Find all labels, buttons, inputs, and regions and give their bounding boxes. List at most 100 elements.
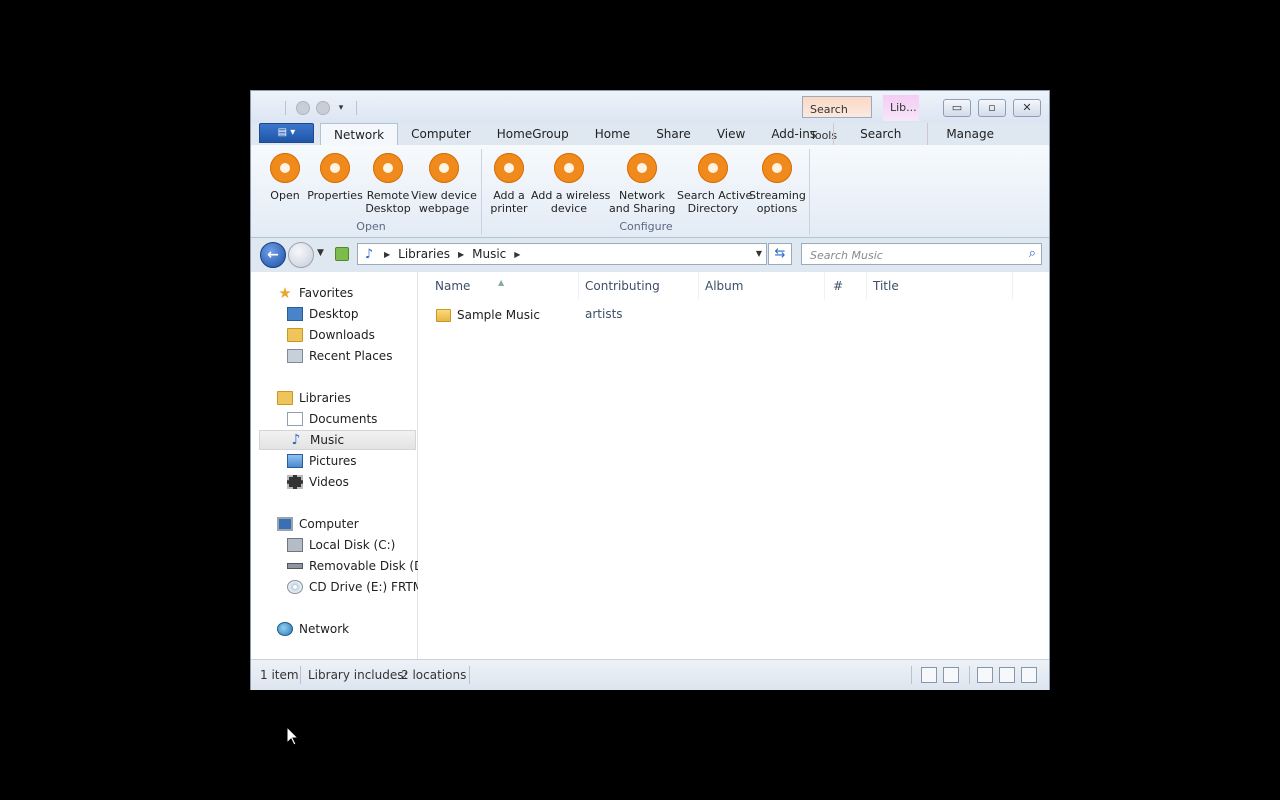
add-wireless-device-button-label: Add a wireless device <box>531 189 611 215</box>
nav-local-disk[interactable]: Local Disk (C:) <box>287 535 395 555</box>
status-separator <box>911 666 912 684</box>
breadcrumb-libraries[interactable]: Libraries <box>396 247 452 261</box>
nav-documents[interactable]: Documents <box>287 409 377 429</box>
details-pane-button[interactable] <box>999 667 1015 683</box>
nav-favorites[interactable]: ★ Favorites <box>277 283 353 303</box>
column-header-contributing-artists[interactable]: Contributing artists <box>579 272 699 321</box>
breadcrumb-separator[interactable]: ▶ <box>508 250 526 259</box>
minimize-button[interactable]: ▭ <box>943 99 971 117</box>
up-folder-icon[interactable] <box>335 247 349 261</box>
quick-access-toolbar: ▾ <box>281 101 361 115</box>
open-button[interactable]: Open <box>265 149 305 202</box>
open-icon <box>270 153 300 183</box>
tab-home[interactable]: Home <box>582 123 643 145</box>
large-icons-view-button[interactable] <box>943 667 959 683</box>
view-device-webpage-button-label: View device webpage <box>411 189 477 215</box>
nav-removable-disk[interactable]: Removable Disk (D:) <box>287 556 432 576</box>
nav-network[interactable]: Network <box>277 619 349 639</box>
nav-documents-label: Documents <box>309 412 378 426</box>
search-active-directory-icon <box>698 153 728 183</box>
column-header-track-number[interactable]: # <box>825 272 867 300</box>
nav-favorites-label: Favorites <box>299 286 354 300</box>
address-history-dropdown[interactable]: ▼ <box>756 249 762 258</box>
forward-button[interactable] <box>288 242 314 268</box>
title-bar: ▾ Search Tools Lib... ▭ ▫ ✕ <box>251 91 1049 142</box>
column-headers: Name ▲ Contributing artists Album # Titl… <box>418 272 1049 321</box>
refresh-button[interactable]: ⇆ <box>768 243 792 265</box>
streaming-options-button[interactable]: Streaming options <box>749 149 806 215</box>
recent-places-icon <box>287 349 303 363</box>
nav-music-label: Music <box>310 433 345 447</box>
search-active-directory-button[interactable]: Search Active Directory <box>677 149 753 215</box>
nav-pictures[interactable]: Pictures <box>287 451 357 471</box>
library-locations-link[interactable]: 2 locations <box>401 660 466 690</box>
tab-search[interactable]: Search <box>833 123 927 145</box>
nav-videos-label: Videos <box>309 475 349 489</box>
qat-separator <box>356 101 357 115</box>
search-input[interactable] <box>808 245 1012 265</box>
address-bar[interactable]: ♪ ▶ Libraries ▶ Music ▶ ▼ <box>357 243 767 265</box>
breadcrumb-separator[interactable]: ▶ <box>378 250 396 259</box>
ribbon-group-configure-label: Configure <box>619 220 673 233</box>
breadcrumb-music[interactable]: Music <box>470 247 508 261</box>
breadcrumb-separator[interactable]: ▶ <box>452 250 470 259</box>
streaming-options-button-label: Streaming options <box>749 189 806 215</box>
search-icon[interactable]: ⌕ <box>1029 246 1036 261</box>
qat-undo-button[interactable] <box>296 101 310 115</box>
network-and-sharing-button[interactable]: Network and Sharing <box>609 149 675 215</box>
sort-ascending-icon: ▲ <box>498 278 505 287</box>
nav-recent-places[interactable]: Recent Places <box>287 346 392 366</box>
nav-computer-label: Computer <box>299 517 359 531</box>
properties-button-label: Properties <box>307 189 363 202</box>
application-menu-button[interactable]: ▤ ▾ <box>259 123 314 143</box>
add-printer-button[interactable]: Add a printer <box>487 149 531 215</box>
column-header-name[interactable]: Name ▲ <box>418 272 579 300</box>
qat-customize-dropdown[interactable]: ▾ <box>336 103 346 113</box>
back-button[interactable]: ← <box>260 242 286 268</box>
remote-desktop-button-label: Remote Desktop <box>365 189 411 215</box>
properties-button[interactable]: Properties <box>307 149 363 202</box>
column-header-title[interactable]: Title <box>867 272 1013 300</box>
mouse-cursor-icon <box>287 727 299 746</box>
nav-computer[interactable]: Computer <box>277 514 359 534</box>
tab-add-ins[interactable]: Add-ins <box>758 123 829 145</box>
tab-network[interactable]: Network <box>320 123 399 145</box>
add-wireless-device-button[interactable]: Add a wireless device <box>531 149 611 215</box>
qat-separator <box>285 101 286 115</box>
nav-cd-drive[interactable]: CD Drive (E:) FRTME <box>287 577 431 597</box>
nav-downloads[interactable]: Downloads <box>287 325 375 345</box>
qat-redo-button[interactable] <box>316 101 330 115</box>
nav-music[interactable]: ♪ Music <box>259 430 416 450</box>
tab-computer[interactable]: Computer <box>398 123 484 145</box>
remote-desktop-button[interactable]: Remote Desktop <box>365 149 411 215</box>
view-device-webpage-icon <box>429 153 459 183</box>
tab-view[interactable]: View <box>704 123 758 145</box>
music-note-icon: ♪ <box>291 432 301 448</box>
list-item[interactable]: Sample Music <box>436 305 540 325</box>
maximize-button[interactable]: ▫ <box>978 99 1006 117</box>
recent-locations-dropdown[interactable]: ▼ <box>317 248 324 258</box>
nav-libraries-label: Libraries <box>299 391 351 405</box>
tab-manage[interactable]: Manage <box>927 123 1012 145</box>
hard-disk-icon <box>287 538 303 552</box>
nav-libraries[interactable]: Libraries <box>277 388 351 408</box>
details-view-button[interactable] <box>921 667 937 683</box>
tab-homegroup[interactable]: HomeGroup <box>484 123 582 145</box>
add-printer-button-label: Add a printer <box>490 189 528 215</box>
nav-desktop[interactable]: Desktop <box>287 304 359 324</box>
preview-pane-button[interactable] <box>1021 667 1037 683</box>
search-active-directory-button-label: Search Active Directory <box>677 189 753 215</box>
item-count: 1 item <box>260 668 299 682</box>
ribbon-group-open-label: Open <box>356 220 386 233</box>
view-device-webpage-button[interactable]: View device webpage <box>411 149 477 215</box>
close-button[interactable]: ✕ <box>1013 99 1041 117</box>
hide-preview-pane-button[interactable] <box>977 667 993 683</box>
streaming-options-icon <box>762 153 792 183</box>
network-globe-icon <box>277 622 293 636</box>
network-and-sharing-button-label: Network and Sharing <box>609 189 676 215</box>
tab-share[interactable]: Share <box>643 123 704 145</box>
nav-videos[interactable]: Videos <box>287 472 349 492</box>
nav-desktop-label: Desktop <box>309 307 359 321</box>
ribbon-group-open: Open Properties Remote Desktop View devi… <box>261 149 482 235</box>
column-header-album[interactable]: Album <box>699 272 825 300</box>
